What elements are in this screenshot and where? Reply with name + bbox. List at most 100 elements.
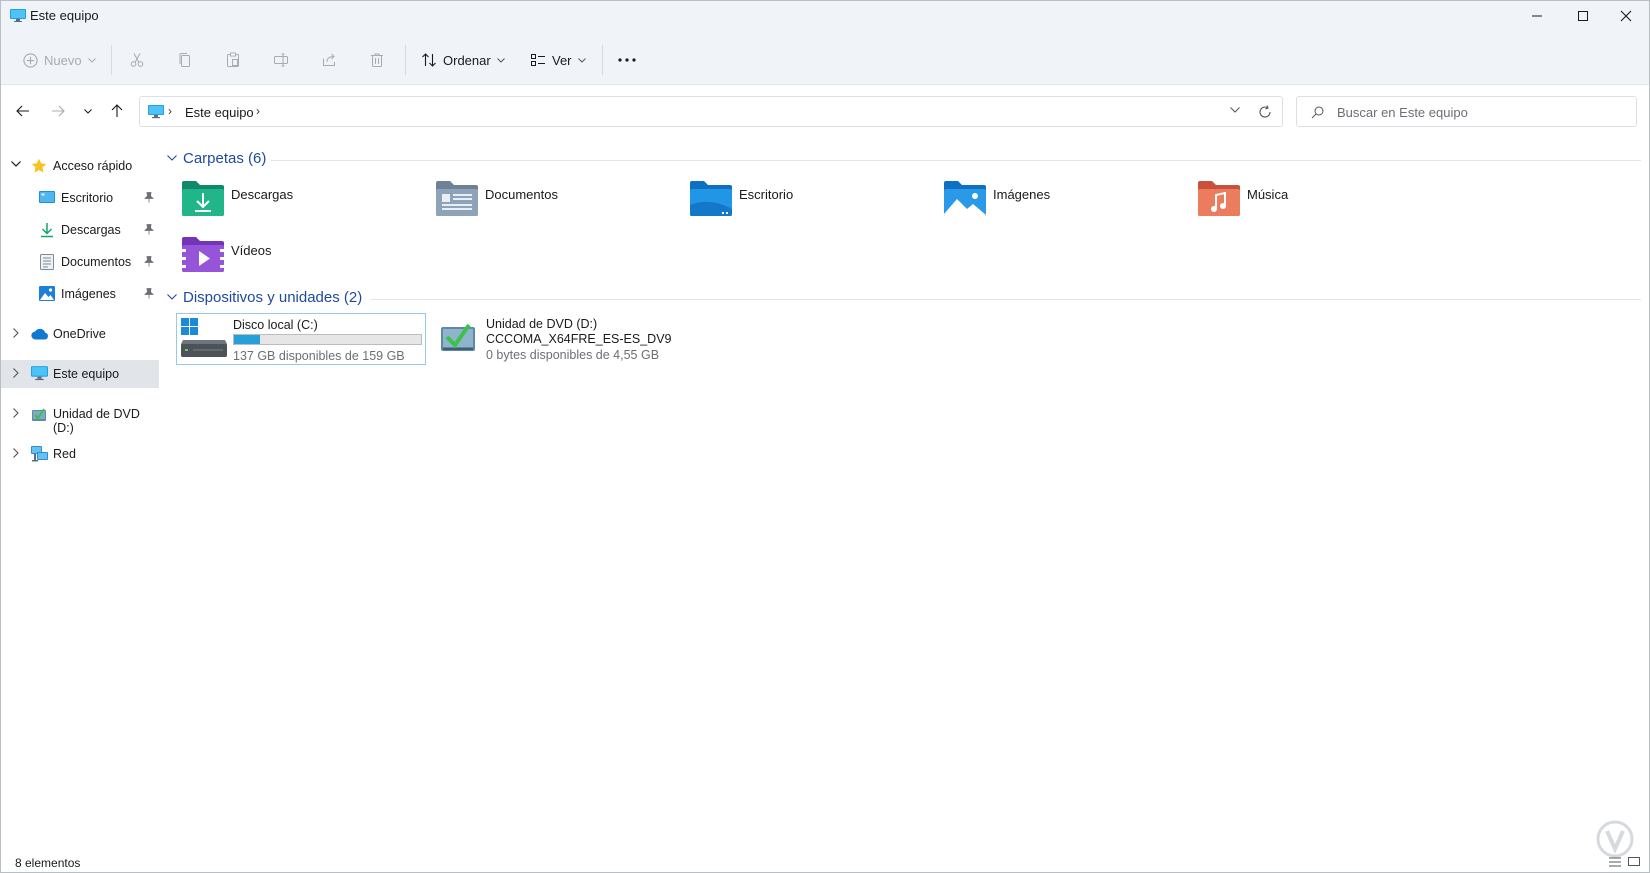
videos-folder-icon xyxy=(182,237,224,272)
sidebar-label: OneDrive xyxy=(53,327,106,341)
more-options-button[interactable] xyxy=(617,45,637,75)
address-bar[interactable]: › Este equipo › xyxy=(139,96,1283,127)
plus-circle-icon xyxy=(23,52,38,68)
sidebar-label: Acceso rápido xyxy=(53,159,133,173)
sort-button[interactable]: Ordenar xyxy=(421,45,505,75)
sort-icon xyxy=(422,53,436,67)
sidebar-item-quick-access[interactable]: Acceso rápido xyxy=(1,152,159,180)
folder-music[interactable]: Música xyxy=(1197,179,1437,231)
pin-icon[interactable] xyxy=(144,224,154,235)
this-pc-icon xyxy=(31,366,48,381)
sidebar-item-pictures[interactable]: Imágenes xyxy=(1,280,159,308)
watermark-logo-icon xyxy=(1596,820,1634,858)
cut-icon xyxy=(130,53,144,67)
delete-button[interactable] xyxy=(369,45,385,75)
music-folder-icon xyxy=(1198,181,1240,216)
minimize-button[interactable] xyxy=(1514,1,1560,31)
sidebar-item-documents[interactable]: Documentos xyxy=(1,248,159,276)
rename-button[interactable] xyxy=(273,45,289,75)
pictures-folder-icon xyxy=(944,181,986,216)
cut-button[interactable] xyxy=(129,45,145,75)
folder-name: Escritorio xyxy=(739,187,794,202)
dvd-drive-icon xyxy=(441,323,475,351)
pin-icon[interactable] xyxy=(144,192,154,203)
share-button[interactable] xyxy=(321,45,337,75)
folder-documents[interactable]: Documentos xyxy=(435,179,675,231)
folder-name: Descargas xyxy=(231,187,294,202)
drive-local-disk-c[interactable]: Disco local (C:) 137 GB disponibles de 1… xyxy=(176,313,426,365)
rename-icon xyxy=(274,53,288,67)
search-icon xyxy=(1311,106,1324,119)
dvd-drive-icon xyxy=(32,408,46,421)
sidebar-item-desktop[interactable]: Escritorio xyxy=(1,184,159,212)
pin-icon[interactable] xyxy=(144,288,154,299)
search-box[interactable]: Buscar en Este equipo xyxy=(1296,96,1637,127)
sidebar-label: Documentos xyxy=(61,255,132,269)
breadcrumb-chevron-icon[interactable]: › xyxy=(168,104,172,118)
breadcrumb-this-pc[interactable]: Este equipo xyxy=(185,105,254,120)
forward-button[interactable] xyxy=(47,99,69,123)
sidebar-item-dvd-drive[interactable]: Unidad de DVD (D:) xyxy=(1,400,159,435)
chevron-down-icon xyxy=(84,108,92,114)
chevron-right-icon[interactable] xyxy=(13,448,19,458)
drive-name: Unidad de DVD (D:) xyxy=(486,317,598,331)
cloud-icon xyxy=(31,328,48,340)
minimize-icon xyxy=(1532,15,1542,17)
chevron-right-icon[interactable] xyxy=(13,408,19,418)
group-divider xyxy=(371,299,1641,300)
paste-button[interactable] xyxy=(225,45,241,75)
close-icon xyxy=(1620,10,1632,22)
maximize-button[interactable] xyxy=(1560,1,1606,31)
chevron-down-icon xyxy=(87,57,96,63)
delete-icon xyxy=(371,53,383,67)
refresh-icon[interactable] xyxy=(1258,105,1272,119)
chevron-right-icon[interactable] xyxy=(13,368,19,378)
sidebar-item-onedrive[interactable]: OneDrive xyxy=(1,320,159,348)
search-placeholder: Buscar en Este equipo xyxy=(1337,105,1468,120)
this-pc-icon xyxy=(10,9,26,22)
sidebar-label: Red xyxy=(53,447,76,461)
this-pc-icon xyxy=(148,105,164,119)
view-icon xyxy=(531,54,545,66)
sidebar-item-this-pc[interactable]: Este equipo xyxy=(1,360,159,388)
local-disk-icon xyxy=(181,318,227,357)
chevron-down-icon[interactable] xyxy=(11,161,21,167)
new-button[interactable]: Nuevo xyxy=(23,45,96,75)
recent-locations-button[interactable] xyxy=(77,99,99,123)
sidebar-item-network[interactable]: Red xyxy=(1,440,159,468)
folder-videos[interactable]: Vídeos xyxy=(181,235,421,287)
sidebar-label: Unidad de DVD (D:) xyxy=(53,407,140,435)
maximize-icon xyxy=(1578,11,1588,21)
sidebar-label: Descargas xyxy=(61,223,121,237)
pin-icon[interactable] xyxy=(144,256,154,267)
sidebar-item-downloads[interactable]: Descargas xyxy=(1,216,159,244)
more-icon xyxy=(618,58,636,62)
chevron-right-icon[interactable] xyxy=(13,328,19,338)
folder-downloads[interactable]: Descargas xyxy=(181,179,421,231)
copy-button[interactable] xyxy=(177,45,193,75)
view-label: Ver xyxy=(552,52,572,68)
folder-name: Imágenes xyxy=(993,187,1051,202)
breadcrumb-chevron-icon[interactable]: › xyxy=(256,104,260,118)
downloads-folder-icon xyxy=(182,181,224,216)
drive-usage-bar xyxy=(233,334,422,345)
up-button[interactable] xyxy=(106,99,128,123)
drive-dvd-d[interactable]: Unidad de DVD (D:) CCCOMA_X64FRE_ES-ES_D… xyxy=(435,313,675,365)
paste-icon xyxy=(227,52,239,67)
folder-desktop[interactable]: Escritorio xyxy=(689,179,929,231)
status-item-count: 8 elementos xyxy=(15,856,81,870)
copy-icon xyxy=(179,53,190,67)
group-divider xyxy=(271,160,1641,161)
view-button[interactable]: Ver xyxy=(530,45,586,75)
desktop-icon xyxy=(39,191,55,203)
close-button[interactable] xyxy=(1603,1,1649,31)
chevron-down-icon[interactable] xyxy=(1230,107,1240,113)
drive-space: 0 bytes disponibles de 4,55 GB xyxy=(486,348,660,362)
chevron-down-icon xyxy=(167,294,177,300)
download-icon xyxy=(41,223,53,238)
arrow-right-icon xyxy=(52,105,65,117)
back-button[interactable] xyxy=(12,99,34,123)
drive-space: 137 GB disponibles de 159 GB xyxy=(233,349,405,363)
toolbar-separator xyxy=(602,45,603,75)
folder-pictures[interactable]: Imágenes xyxy=(943,179,1183,231)
